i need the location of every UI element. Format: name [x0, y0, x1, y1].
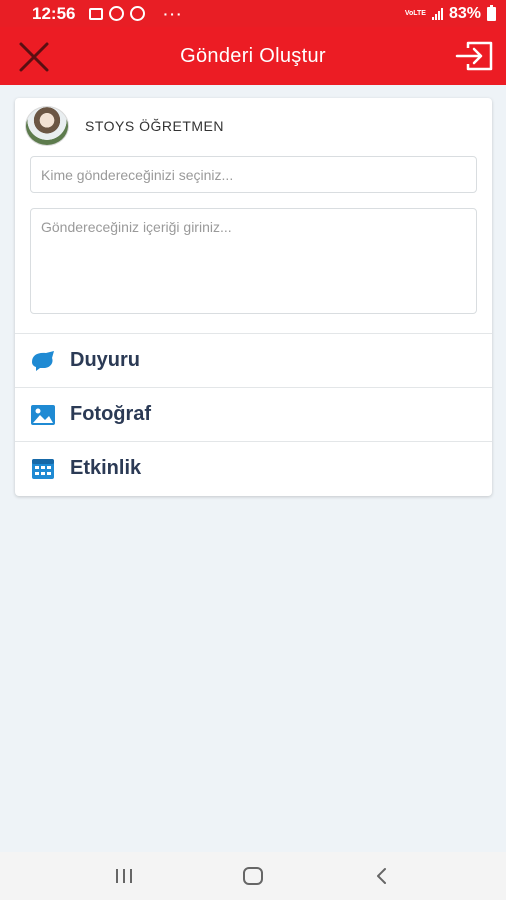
option-event[interactable]: Etkinlik	[15, 441, 492, 495]
option-announcement[interactable]: Duyuru	[15, 333, 492, 387]
home-icon	[242, 867, 263, 885]
recipient-input[interactable]	[30, 156, 477, 193]
status-time: 12:56	[32, 3, 76, 23]
recent-apps-button[interactable]	[104, 858, 144, 894]
status-right: VoLTE 83%	[404, 4, 496, 23]
author-name: STOYS ÖĞRETMEN	[85, 118, 224, 134]
status-bar: 12:56 ··· VoLTE 83%	[0, 0, 506, 27]
whatsapp-notification-icon	[130, 6, 146, 21]
app-bar: Gönderi Oluştur	[0, 27, 506, 85]
avatar	[25, 106, 69, 146]
exit-icon	[455, 41, 493, 71]
home-button[interactable]	[233, 858, 273, 894]
option-label: Fotoğraf	[70, 403, 152, 425]
close-icon	[19, 42, 49, 72]
battery-percent: 83%	[448, 4, 481, 22]
option-photo[interactable]: Fotoğraf	[15, 387, 492, 441]
recent-apps-icon	[116, 869, 133, 883]
system-nav-bar	[0, 852, 506, 900]
gallery-notification-icon	[89, 7, 104, 20]
notification-icons	[89, 6, 146, 21]
calendar-icon	[29, 457, 56, 481]
page-title: Gönderi Oluştur	[180, 44, 326, 67]
battery-icon	[487, 4, 496, 21]
close-button[interactable]	[14, 39, 54, 75]
post-composer-card: STOYS ÖĞRETMEN Duyuru Fotoğraf	[15, 98, 492, 496]
author-row: STOYS ÖĞRETMEN	[25, 106, 224, 146]
messenger-notification-icon	[109, 6, 125, 21]
content-textarea[interactable]	[30, 208, 477, 314]
more-notifications-indicator: ···	[163, 5, 184, 22]
signal-icon	[431, 7, 443, 20]
option-label: Etkinlik	[70, 457, 142, 479]
back-button[interactable]	[362, 858, 402, 894]
share-button[interactable]	[452, 37, 496, 75]
image-icon	[29, 403, 56, 427]
back-icon	[376, 868, 386, 884]
option-label: Duyuru	[70, 349, 140, 371]
volte-indicator: VoLTE	[404, 10, 426, 17]
megaphone-icon	[29, 349, 56, 373]
